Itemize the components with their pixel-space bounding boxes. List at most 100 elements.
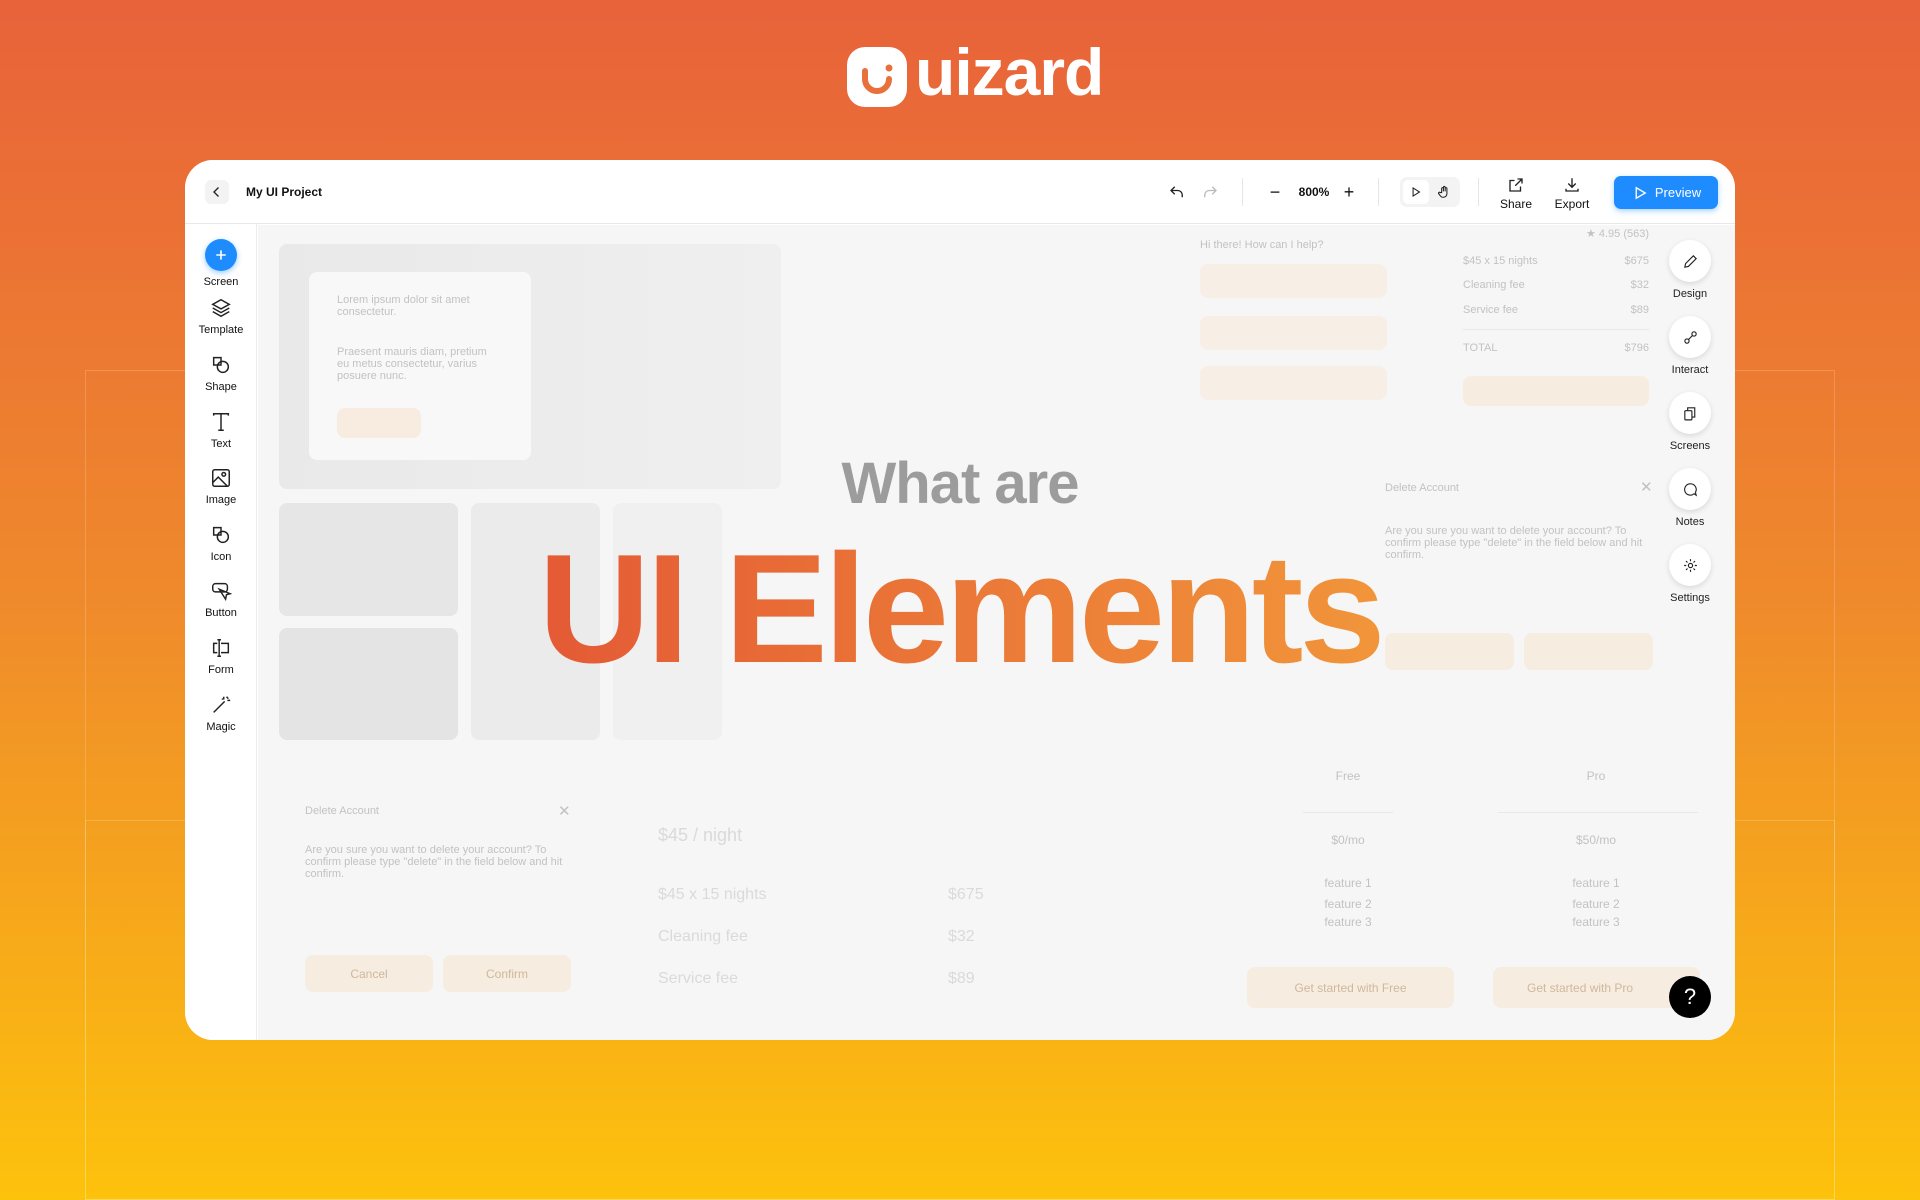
dialog-title: Delete Account [1385,482,1459,494]
close-icon: ✕ [1640,479,1653,496]
gallery-image [279,628,458,740]
text-icon [212,413,230,431]
panel-label: Design [1672,288,1708,300]
gallery-image [471,503,600,740]
divider [1303,812,1393,813]
hand-mode-button[interactable] [1431,180,1457,204]
toolbar: My UI Project − 800% + Share Export Prev… [185,160,1735,224]
divider [1378,178,1379,206]
export-button[interactable]: Export [1551,172,1593,214]
booking-button [1463,376,1649,406]
dialog-button [1524,633,1653,670]
plan-feature: feature 3 [1572,915,1620,929]
price-row-value: $89 [948,970,975,987]
sidebar-item-label: Shape [205,381,237,393]
panel-label: Interact [1671,364,1709,376]
panel-interact[interactable]: Interact [1660,316,1720,376]
dialog-button [1385,633,1514,670]
sidebar-item-label: Screen [203,276,239,288]
dialog-body: Are you sure you want to delete your acc… [1385,525,1643,561]
booking-row-label: Service fee [1463,304,1519,316]
cursor-icon [212,582,232,602]
redo-button[interactable] [1200,182,1220,202]
booking-row-value: $89 [1630,304,1649,316]
dialog-body: Are you sure you want to delete your acc… [305,844,563,880]
preview-button[interactable]: Preview [1614,176,1718,209]
sidebar-item-form[interactable]: Form [185,637,257,676]
divider [1478,178,1479,206]
price-row-label: Service fee [658,970,739,987]
chat-option [1200,264,1387,298]
zoom-level[interactable]: 800% [1295,182,1333,202]
panel-label: Screens [1669,440,1711,452]
booking-total-value: $796 [1624,342,1649,354]
panel-settings[interactable]: Settings [1660,544,1720,604]
panel-label: Settings [1670,592,1710,604]
project-title[interactable]: My UI Project [246,182,322,202]
sidebar-item-image[interactable]: Image [185,467,257,506]
share-icon [1509,177,1523,192]
play-pointer-icon [1412,186,1421,198]
chevron-left-icon [213,187,219,197]
redo-icon [1204,186,1217,198]
sidebar-item-button[interactable]: Button [185,580,257,619]
sidebar-item-label: Image [205,494,237,506]
gear-icon [1683,558,1697,572]
sidebar-item-screen[interactable]: Screen [185,239,257,288]
plan-price: $0/mo [1331,833,1365,847]
sidebar-item-shape[interactable]: Shape [185,354,257,393]
share-label: Share [1499,196,1533,211]
panel-design[interactable]: Design [1660,240,1720,300]
pencil-icon [1683,254,1697,268]
sidebar-item-template[interactable]: Template [185,297,257,336]
sidebar-item-label: Template [198,324,244,336]
mode-toggle [1400,177,1460,207]
share-button[interactable]: Share [1496,172,1536,214]
back-button[interactable] [205,180,229,204]
icon-icon [212,526,230,544]
sidebar-item-label: Form [208,664,234,676]
select-mode-button[interactable] [1403,180,1429,204]
booking-total-label: TOTAL [1463,342,1498,354]
help-button[interactable]: ? [1669,976,1711,1018]
hero-button [337,408,421,438]
sidebar-item-magic[interactable]: Magic [185,694,257,733]
plan-feature: feature 2 [1572,897,1620,911]
panel-notes[interactable]: Notes [1660,468,1720,528]
export-label: Export [1554,196,1590,211]
uizard-logo-icon [847,47,907,107]
hero-card: Lorem ipsum dolor sit amet consectetur. … [309,272,531,460]
plus-icon [205,239,237,271]
booking-row-value: $32 [1630,279,1649,291]
sidebar-item-label: Magic [206,721,236,733]
zoom-in-button[interactable]: + [1339,182,1359,202]
design-canvas[interactable]: Lorem ipsum dolor sit amet consectetur. … [258,225,1735,1040]
plan-cta-button: Get started with Free [1247,967,1454,1008]
magic-wand-icon [213,696,231,713]
form-icon [212,639,230,657]
price-header: $45 / night [658,825,743,845]
gallery-image [613,503,722,740]
price-row-value: $675 [948,886,984,903]
chat-option [1200,366,1387,400]
shape-icon [212,356,230,374]
sidebar-item-icon[interactable]: Icon [185,524,257,563]
sidebar-item-label: Text [210,438,232,450]
zoom-out-button[interactable]: − [1265,182,1285,202]
hand-icon [1438,185,1448,198]
divider [1463,329,1649,330]
panel-screens[interactable]: Screens [1660,392,1720,452]
left-sidebar: Screen Template Shape Text Image Icon Bu… [185,224,257,1040]
divider [1242,178,1243,206]
plan-name: Free [1335,769,1361,783]
editor-window: My UI Project − 800% + Share Export Prev… [185,160,1735,1040]
close-icon: ✕ [558,803,571,820]
sidebar-item-text[interactable]: Text [185,411,257,450]
undo-button[interactable] [1167,182,1187,202]
screens-icon [1683,406,1695,420]
download-icon [1565,177,1579,192]
booking-row-value: $675 [1624,255,1649,267]
chat-prompt: Hi there! How can I help? [1200,239,1324,251]
image-icon [212,469,230,487]
sidebar-item-label: Icon [210,551,232,563]
